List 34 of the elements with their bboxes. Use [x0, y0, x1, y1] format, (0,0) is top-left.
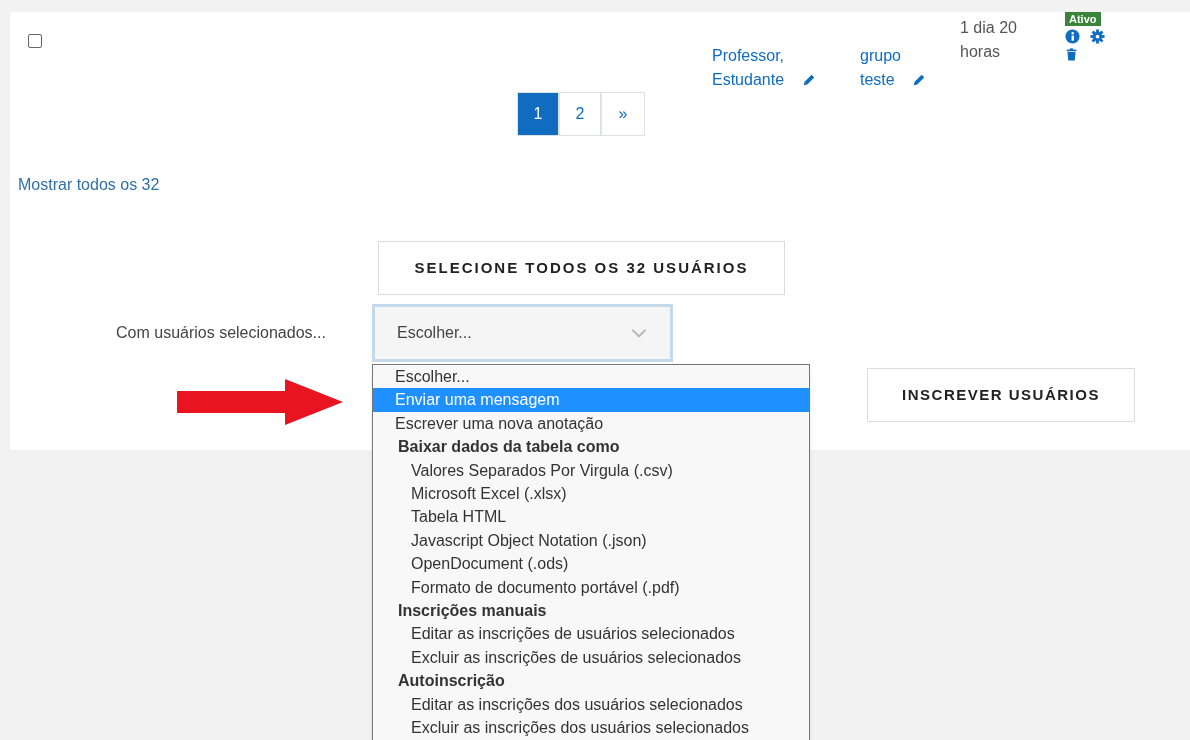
chevron-down-icon: [630, 328, 648, 338]
dropdown-option[interactable]: Tabela HTML: [373, 505, 809, 529]
bulk-action-select[interactable]: Escolher...: [372, 304, 673, 362]
row-checkbox[interactable]: [28, 34, 42, 48]
select-all-button[interactable]: SELECIONE TODOS OS 32 USUÁRIOS: [378, 241, 785, 295]
trash-icon[interactable]: [1065, 47, 1078, 62]
dropdown-option[interactable]: Escolher...: [373, 365, 809, 389]
page-link[interactable]: »: [601, 92, 645, 136]
enrol-users-button[interactable]: INSCREVER USUÁRIOS: [867, 368, 1135, 422]
dropdown-option[interactable]: Excluir as inscrições de usuários selecionados: [373, 645, 809, 670]
dropdown-option[interactable]: Microsoft Excel (.xlsx): [373, 482, 809, 506]
status-badge: Ativo: [1065, 12, 1101, 26]
dropdown-option[interactable]: Escrever uma nova anotação: [373, 411, 809, 436]
page-link[interactable]: 2: [559, 92, 601, 136]
option-group-label: Inscrições manuais: [397, 601, 548, 622]
dropdown-option[interactable]: Editar as inscrições de usuários selecionados: [373, 622, 809, 646]
info-icon[interactable]: [1065, 29, 1080, 44]
dropdown-option[interactable]: Javascript Object Notation (.json): [373, 528, 809, 553]
pencil-icon[interactable]: [802, 73, 816, 87]
group-link[interactable]: grupo teste: [860, 44, 910, 92]
option-group-label: Baixar dados da tabela como: [397, 437, 621, 458]
option-group-label: Autoinscrição: [397, 671, 506, 692]
settings-icon[interactable]: [1090, 29, 1105, 44]
page-link[interactable]: 1: [517, 92, 559, 136]
bulk-action-label: Com usuários selecionados...: [116, 323, 327, 343]
dropdown-option[interactable]: Valores Separados Por Virgula (.csv): [373, 458, 809, 483]
dropdown-option[interactable]: Editar as inscrições dos usuários selecionados: [373, 692, 809, 717]
dropdown-option[interactable]: Formato de documento portável (.pdf): [373, 575, 809, 600]
role-link[interactable]: Professor, Estudante: [712, 44, 800, 92]
dropdown-option[interactable]: Excluir as inscrições dos usuários selecionados: [373, 716, 809, 740]
show-all-link[interactable]: Mostrar todos os 32: [18, 173, 160, 197]
enrolment-time: 1 dia 20 horas: [960, 18, 1018, 62]
dropdown-option[interactable]: OpenDocument (.ods): [373, 552, 809, 576]
pencil-icon[interactable]: [912, 73, 926, 87]
